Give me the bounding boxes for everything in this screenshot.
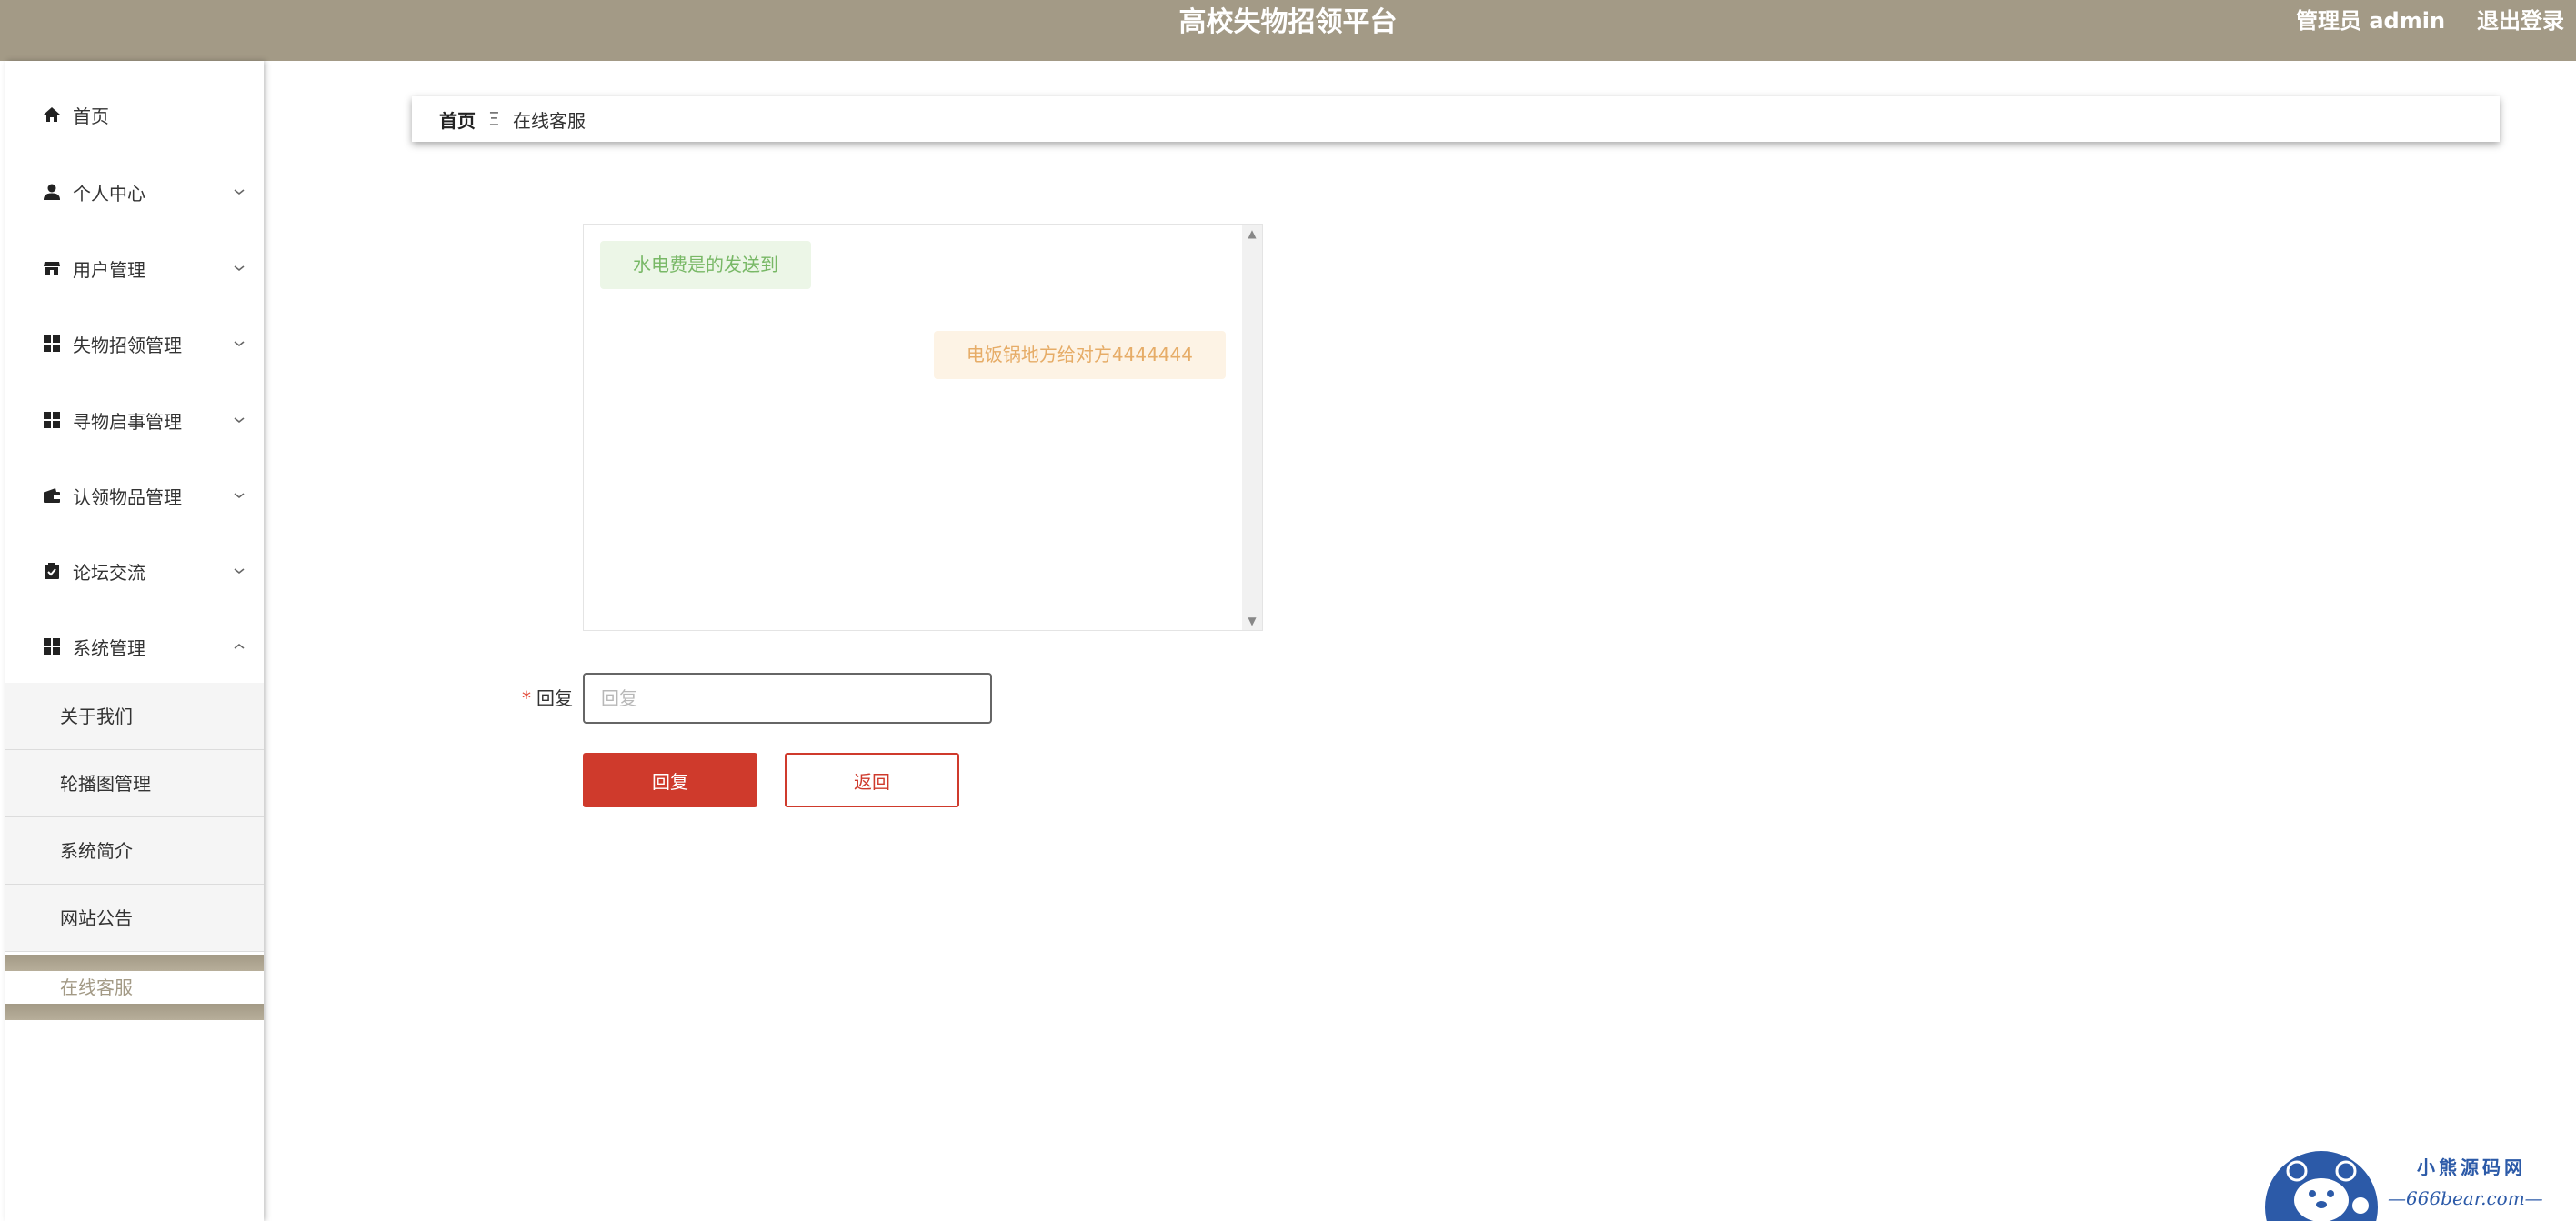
sidebar-item-home[interactable]: 首页 — [5, 87, 264, 142]
sidebar-item-label: 用户管理 — [73, 258, 145, 281]
reply-submit-button[interactable]: 回复 — [583, 753, 757, 807]
scroll-up-arrow-icon[interactable]: ▲ — [1242, 225, 1262, 243]
chevron-up-icon — [233, 640, 246, 653]
clipboard-check-icon — [42, 561, 62, 581]
reply-input[interactable] — [583, 673, 992, 724]
sidebar-item-label: 寻物启事管理 — [73, 410, 182, 433]
chat-message-sent: 电饭锅地方给对方4444444 — [933, 331, 1226, 379]
top-header: 高校失物招领平台 管理员 admin 退出登录 — [0, 0, 2576, 61]
required-star: * — [522, 687, 531, 709]
sidebar-item-lost-notice-management[interactable]: 寻物启事管理 — [5, 393, 264, 447]
submenu-item-about-us[interactable]: 关于我们 — [5, 683, 264, 750]
submenu-item-online-service[interactable]: 在线客服 — [5, 971, 264, 1004]
chevron-down-icon — [233, 337, 246, 350]
breadcrumb-current: 在线客服 — [513, 109, 586, 132]
sidebar-item-system-management[interactable]: 系统管理 — [5, 619, 264, 674]
chevron-down-icon — [233, 262, 246, 275]
sidebar-item-label: 个人中心 — [73, 182, 145, 205]
grid-icon — [42, 410, 62, 430]
breadcrumb: 首页 Ξ 在线客服 — [412, 96, 2500, 142]
user-icon — [42, 182, 62, 202]
chat-message-received: 水电费是的发送到 — [600, 241, 811, 289]
sidebar: 首页 个人中心 用户管理 失物招领管理 寻物启事管理 认领物品管理 论坛交流 系… — [5, 61, 264, 1221]
store-icon — [42, 258, 62, 278]
back-button[interactable]: 返回 — [785, 753, 959, 807]
submenu-item-site-announcement[interactable]: 网站公告 — [5, 885, 264, 952]
sidebar-item-forum[interactable]: 论坛交流 — [5, 544, 264, 598]
submenu-item-system-intro[interactable]: 系统简介 — [5, 817, 264, 885]
active-indicator-bottom — [5, 1004, 264, 1020]
breadcrumb-separator-icon: Ξ — [488, 108, 500, 130]
chevron-down-icon — [233, 185, 246, 198]
sidebar-item-label: 认领物品管理 — [73, 485, 182, 508]
sidebar-item-personal-center[interactable]: 个人中心 — [5, 165, 264, 219]
sidebar-item-label: 首页 — [73, 105, 109, 127]
sidebar-item-label: 系统管理 — [73, 636, 145, 659]
submenu-item-carousel-management[interactable]: 轮播图管理 — [5, 750, 264, 817]
sidebar-item-user-management[interactable]: 用户管理 — [5, 241, 264, 295]
grid-icon — [42, 334, 62, 354]
admin-user-label: 管理员 admin — [2296, 8, 2446, 34]
wallet-icon — [42, 485, 62, 505]
active-indicator-top — [5, 955, 264, 971]
sidebar-item-label: 失物招领管理 — [73, 334, 182, 356]
chat-scrollbar[interactable]: ▲ ▼ — [1242, 225, 1262, 630]
chevron-down-icon — [233, 414, 246, 426]
bear-logo-icon — [2265, 1151, 2378, 1221]
watermark-title: 小熊源码网 — [2417, 1156, 2526, 1178]
sidebar-item-claimed-items-management[interactable]: 认领物品管理 — [5, 468, 264, 523]
watermark-logo: 小熊源码网 —666bear.com— — [2262, 1144, 2562, 1221]
watermark-subtitle: —666bear.com— — [2388, 1187, 2543, 1209]
scroll-down-arrow-icon[interactable]: ▼ — [1242, 612, 1262, 630]
logout-button[interactable]: 退出登录 — [2477, 0, 2564, 42]
chevron-down-icon — [233, 489, 246, 502]
home-icon — [42, 105, 62, 125]
breadcrumb-home-link[interactable]: 首页 — [439, 106, 476, 133]
sidebar-item-label: 论坛交流 — [73, 561, 145, 584]
chat-window[interactable]: 水电费是的发送到 电饭锅地方给对方4444444 ▲ ▼ — [583, 224, 1263, 631]
chevron-down-icon — [233, 565, 246, 577]
reply-label: * 回复 — [522, 687, 573, 709]
app-title: 高校失物招领平台 — [1178, 6, 1398, 38]
sidebar-item-lost-found-management[interactable]: 失物招领管理 — [5, 316, 264, 371]
grid-icon — [42, 636, 62, 656]
